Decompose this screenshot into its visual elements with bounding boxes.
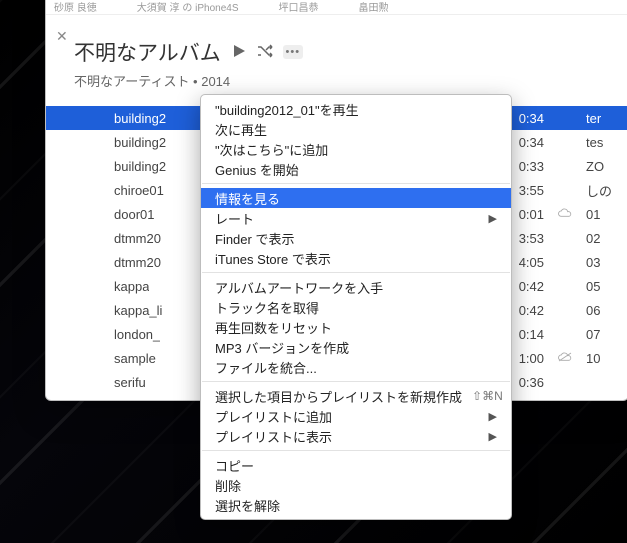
menu-item-label: "次はこちら"に追加 bbox=[215, 140, 497, 159]
menu-item[interactable]: 情報を見る bbox=[201, 188, 511, 208]
album-title: 不明なアルバム bbox=[74, 37, 221, 67]
album-header: 不明なアルバム ••• 不明なアーティスト • 2014 bbox=[46, 15, 627, 96]
menu-item[interactable]: 選択を解除 bbox=[201, 495, 511, 515]
menu-item-label: プレイリストに追加 bbox=[215, 407, 479, 426]
more-icon[interactable]: ••• bbox=[283, 45, 303, 59]
menu-item-label: プレイリストに表示 bbox=[215, 427, 479, 446]
menu-item[interactable]: Genius を開始 bbox=[201, 159, 511, 179]
menu-item-label: MP3 バージョンを作成 bbox=[215, 338, 497, 357]
menu-item-label: コピー bbox=[215, 456, 497, 475]
close-icon[interactable]: ✕ bbox=[56, 28, 68, 45]
track-artist-fragment: ZO bbox=[580, 159, 627, 174]
track-artist-fragment: 01 bbox=[580, 207, 627, 222]
device-column-headers: 砂原 良徳 大須賀 淳 の iPhone4S 坪口昌恭 畠田勲 bbox=[46, 0, 627, 15]
menu-item[interactable]: ファイルを統合... bbox=[201, 357, 511, 377]
track-artist-fragment: 06 bbox=[580, 303, 627, 318]
menu-separator bbox=[202, 450, 510, 451]
track-artist-fragment: 07 bbox=[580, 327, 627, 342]
menu-item[interactable]: プレイリストに表示▶ bbox=[201, 426, 511, 446]
track-artist-fragment: 03 bbox=[580, 255, 627, 270]
track-name: dtmm20 bbox=[106, 231, 161, 246]
menu-item[interactable]: 削除 bbox=[201, 475, 511, 495]
track-name: london_ bbox=[106, 327, 160, 342]
album-controls: ••• bbox=[231, 43, 303, 62]
menu-item[interactable]: プレイリストに追加▶ bbox=[201, 406, 511, 426]
track-artist-fragment: 10 bbox=[580, 351, 627, 366]
submenu-arrow-icon: ▶ bbox=[479, 212, 497, 225]
menu-item[interactable]: コピー bbox=[201, 455, 511, 475]
menu-item[interactable]: レート▶ bbox=[201, 208, 511, 228]
menu-item[interactable]: iTunes Store で表示 bbox=[201, 248, 511, 268]
menu-item-label: 情報を見る bbox=[215, 189, 497, 208]
track-artist-fragment: tes bbox=[580, 135, 627, 150]
menu-separator bbox=[202, 272, 510, 273]
menu-item-label: トラック名を取得 bbox=[215, 298, 497, 317]
menu-item-label: ファイルを統合... bbox=[215, 358, 497, 377]
submenu-arrow-icon: ▶ bbox=[479, 410, 497, 423]
track-name: chiroe01 bbox=[106, 183, 164, 198]
track-name: serifu bbox=[106, 375, 146, 390]
track-name: kappa_li bbox=[106, 303, 162, 318]
track-name: building2 bbox=[106, 159, 166, 174]
col-header: 坪口昌恭 bbox=[279, 0, 359, 14]
track-name: kappa bbox=[106, 279, 149, 294]
menu-item-label: 選択した項目からプレイリストを新規作成 bbox=[215, 387, 462, 406]
menu-item[interactable]: 選択した項目からプレイリストを新規作成⇧⌘N bbox=[201, 386, 511, 406]
col-header: 砂原 良徳 bbox=[54, 0, 137, 14]
track-name: building2 bbox=[106, 111, 166, 126]
track-artist-fragment: しの bbox=[580, 181, 627, 200]
cloud-status-icon bbox=[550, 351, 580, 366]
menu-item-label: 削除 bbox=[215, 476, 497, 495]
menu-item-label: 次に再生 bbox=[215, 120, 497, 139]
menu-item[interactable]: アルバムアートワークを入手 bbox=[201, 277, 511, 297]
col-header: 畠田勲 bbox=[359, 0, 429, 14]
menu-item[interactable]: トラック名を取得 bbox=[201, 297, 511, 317]
track-artist-fragment: 02 bbox=[580, 231, 627, 246]
album-subtitle: 不明なアーティスト • 2014 bbox=[74, 71, 602, 90]
menu-item[interactable]: Finder で表示 bbox=[201, 228, 511, 248]
menu-item-label: iTunes Store で表示 bbox=[215, 249, 497, 268]
menu-item[interactable]: MP3 バージョンを作成 bbox=[201, 337, 511, 357]
menu-item-label: 再生回数をリセット bbox=[215, 318, 497, 337]
submenu-arrow-icon: ▶ bbox=[479, 430, 497, 443]
menu-item[interactable]: "building2012_01"を再生 bbox=[201, 99, 511, 119]
menu-item[interactable]: 再生回数をリセット bbox=[201, 317, 511, 337]
menu-item-label: Genius を開始 bbox=[215, 160, 497, 179]
context-menu: "building2012_01"を再生次に再生"次はこちら"に追加Genius… bbox=[200, 94, 512, 520]
track-artist-fragment: 05 bbox=[580, 279, 627, 294]
menu-item[interactable]: "次はこちら"に追加 bbox=[201, 139, 511, 159]
track-name: sample bbox=[106, 351, 156, 366]
menu-item[interactable]: 次に再生 bbox=[201, 119, 511, 139]
col-header: 大須賀 淳 の iPhone4S bbox=[137, 0, 279, 14]
menu-item-label: アルバムアートワークを入手 bbox=[215, 278, 497, 297]
menu-item-shortcut: ⇧⌘N bbox=[462, 389, 503, 403]
menu-item-label: レート bbox=[215, 209, 479, 228]
menu-separator bbox=[202, 381, 510, 382]
play-icon[interactable] bbox=[231, 43, 247, 62]
menu-item-label: Finder で表示 bbox=[215, 229, 497, 248]
track-name: dtmm20 bbox=[106, 255, 161, 270]
shuffle-icon[interactable] bbox=[257, 43, 273, 62]
track-name: door01 bbox=[106, 207, 154, 222]
menu-item-label: 選択を解除 bbox=[215, 496, 497, 515]
track-name: building2 bbox=[106, 135, 166, 150]
menu-item-label: "building2012_01"を再生 bbox=[215, 100, 497, 119]
cloud-status-icon bbox=[550, 207, 580, 222]
menu-separator bbox=[202, 183, 510, 184]
track-artist-fragment: ter bbox=[580, 111, 627, 126]
